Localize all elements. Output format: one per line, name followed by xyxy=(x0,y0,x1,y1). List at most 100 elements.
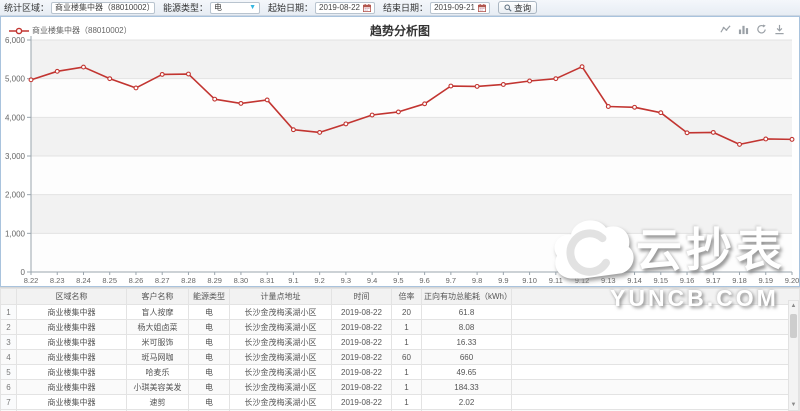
table-cell: 49.65 xyxy=(422,365,512,380)
scroll-down-icon[interactable]: ▼ xyxy=(791,400,797,410)
svg-text:9.9: 9.9 xyxy=(498,276,508,285)
column-header[interactable]: 倍率 xyxy=(392,289,422,305)
table-cell: 2019-08-22 xyxy=(332,395,392,410)
trend-chart-panel: 趋势分析图 商业楼集中器（88010002） xyxy=(0,16,800,287)
row-number-cell: 5 xyxy=(1,365,17,380)
search-icon xyxy=(504,4,512,12)
table-cell: 米可服饰 xyxy=(127,335,189,350)
column-header[interactable]: 区域名称 xyxy=(17,289,127,305)
calendar-icon[interactable] xyxy=(363,4,371,12)
svg-text:9.12: 9.12 xyxy=(575,276,590,285)
column-header[interactable] xyxy=(512,289,800,305)
svg-text:9.15: 9.15 xyxy=(653,276,668,285)
energy-type-select[interactable]: 电 ▼ xyxy=(210,2,260,14)
table-cell: 1 xyxy=(392,395,422,410)
table-cell: 长沙金茂梅溪湖小区 xyxy=(230,350,332,365)
svg-text:8.23: 8.23 xyxy=(50,276,65,285)
column-header[interactable]: 正向有功总能耗（kWh） xyxy=(422,289,512,305)
end-date-value: 2019-09-21 xyxy=(434,3,475,12)
table-scrollbar[interactable]: ▲ ▼ xyxy=(788,300,799,411)
table-cell: 184.33 xyxy=(422,380,512,395)
table-cell: 电 xyxy=(189,365,230,380)
table-cell: 电 xyxy=(189,350,230,365)
svg-text:9.13: 9.13 xyxy=(601,276,616,285)
stat-area-input[interactable]: 商业楼集中器（88010002） xyxy=(51,2,155,14)
table-cell: 长沙金茂梅溪湖小区 xyxy=(230,335,332,350)
table-cell: 2.02 xyxy=(422,395,512,410)
table-cell: 商业楼集中器 xyxy=(17,335,127,350)
table-row[interactable]: 2商业楼集中器杨大姐卤菜电长沙金茂梅溪湖小区2019-08-2218.08 xyxy=(1,320,800,335)
table-cell: 电 xyxy=(189,305,230,320)
energy-type-value: 电 xyxy=(214,2,222,13)
table-row[interactable]: 6商业楼集中器小琪美容美发电长沙金茂梅溪湖小区2019-08-221184.33 xyxy=(1,380,800,395)
table-row[interactable]: 4商业楼集中器斑马网咖电长沙金茂梅溪湖小区2019-08-2260660 xyxy=(1,350,800,365)
table-cell: 哈麦乐 xyxy=(127,365,189,380)
svg-text:9.4: 9.4 xyxy=(367,276,377,285)
table-cell: 商业楼集中器 xyxy=(17,305,127,320)
svg-text:3,000: 3,000 xyxy=(5,152,26,161)
table-cell: 1 xyxy=(392,335,422,350)
row-number-cell: 3 xyxy=(1,335,17,350)
table-cell: 2019-08-22 xyxy=(332,365,392,380)
start-date-input[interactable]: 2019-08-22 xyxy=(315,2,375,14)
table-cell: 电 xyxy=(189,320,230,335)
table-row[interactable]: 7商业楼集中器速剪电长沙金茂梅溪湖小区2019-08-2212.02 xyxy=(1,395,800,410)
svg-text:9.5: 9.5 xyxy=(393,276,403,285)
table-row[interactable]: 3商业楼集中器米可服饰电长沙金茂梅溪湖小区2019-08-22116.33 xyxy=(1,335,800,350)
svg-text:8.31: 8.31 xyxy=(260,276,275,285)
table-cell: 电 xyxy=(189,380,230,395)
column-header[interactable]: 计量点地址 xyxy=(230,289,332,305)
table-cell: 小琪美容美发 xyxy=(127,380,189,395)
svg-text:9.11: 9.11 xyxy=(549,276,563,285)
table-header: 区域名称客户名称能源类型计量点地址时间倍率正向有功总能耗（kWh） xyxy=(1,289,800,305)
query-toolbar: 统计区域： 商业楼集中器（88010002） 能源类型： 电 ▼ 起始日期： 2… xyxy=(0,0,800,16)
svg-text:8.29: 8.29 xyxy=(207,276,222,285)
svg-text:9.18: 9.18 xyxy=(732,276,747,285)
table-cell: 商业楼集中器 xyxy=(17,350,127,365)
table-cell: 电 xyxy=(189,395,230,410)
table-row[interactable]: 1商业楼集中器盲人按摩电长沙金茂梅溪湖小区2019-08-222061.8 xyxy=(1,305,800,320)
svg-text:9.3: 9.3 xyxy=(341,276,351,285)
table-cell: 商业楼集中器 xyxy=(17,320,127,335)
energy-type-label: 能源类型： xyxy=(163,1,208,14)
table-cell xyxy=(512,350,800,365)
svg-text:9.14: 9.14 xyxy=(627,276,642,285)
scroll-up-icon[interactable]: ▲ xyxy=(791,301,797,311)
column-header[interactable]: 客户名称 xyxy=(127,289,189,305)
table-cell: 61.8 xyxy=(422,305,512,320)
query-button-label: 查询 xyxy=(514,2,531,14)
start-date-value: 2019-08-22 xyxy=(319,3,360,12)
row-number-cell: 6 xyxy=(1,380,17,395)
svg-text:6,000: 6,000 xyxy=(5,36,26,45)
svg-text:9.1: 9.1 xyxy=(288,276,298,285)
trend-line-chart[interactable]: 01,0002,0003,0004,0005,0006,0008.228.238… xyxy=(1,32,799,286)
svg-text:9.17: 9.17 xyxy=(706,276,721,285)
table-cell xyxy=(512,365,800,380)
table-cell: 商业楼集中器 xyxy=(17,365,127,380)
stat-area-label: 统计区域： xyxy=(4,1,49,14)
table-cell xyxy=(512,335,800,350)
svg-text:9.20: 9.20 xyxy=(785,276,799,285)
scrollbar-thumb[interactable] xyxy=(790,314,797,338)
calendar-icon[interactable] xyxy=(478,4,486,12)
query-button[interactable]: 查询 xyxy=(498,1,537,14)
column-header[interactable] xyxy=(1,289,17,305)
svg-text:9.16: 9.16 xyxy=(680,276,695,285)
stat-area-value: 商业楼集中器（88010002） xyxy=(55,2,155,13)
table-cell: 商业楼集中器 xyxy=(17,395,127,410)
table-cell: 盲人按摩 xyxy=(127,305,189,320)
column-header[interactable]: 能源类型 xyxy=(189,289,230,305)
table-row[interactable]: 5商业楼集中器哈麦乐电长沙金茂梅溪湖小区2019-08-22149.65 xyxy=(1,365,800,380)
table-cell: 1 xyxy=(392,320,422,335)
table-cell xyxy=(512,380,800,395)
table-cell: 长沙金茂梅溪湖小区 xyxy=(230,365,332,380)
row-number-cell: 2 xyxy=(1,320,17,335)
svg-text:5,000: 5,000 xyxy=(5,75,26,84)
svg-text:9.19: 9.19 xyxy=(758,276,773,285)
end-date-input[interactable]: 2019-09-21 xyxy=(430,2,490,14)
table-cell: 20 xyxy=(392,305,422,320)
column-header[interactable]: 时间 xyxy=(332,289,392,305)
table-cell: 16.33 xyxy=(422,335,512,350)
table-cell: 杨大姐卤菜 xyxy=(127,320,189,335)
svg-text:9.8: 9.8 xyxy=(472,276,482,285)
